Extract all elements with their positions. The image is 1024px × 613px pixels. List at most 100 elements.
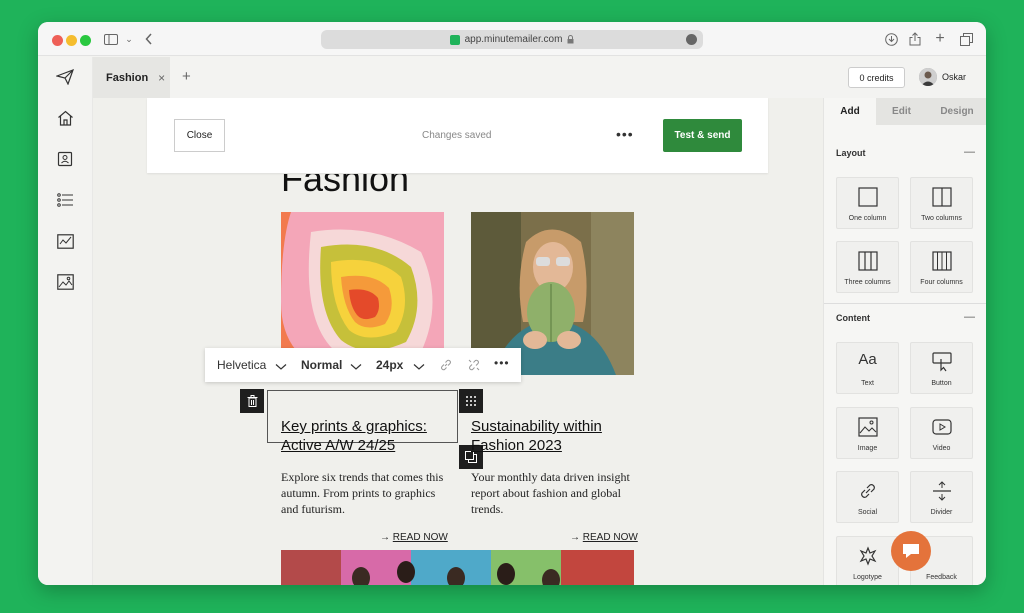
lock-icon bbox=[567, 35, 574, 44]
text-tile[interactable]: Aa Text bbox=[836, 342, 899, 394]
divider-tile[interactable]: Divider bbox=[910, 471, 973, 523]
more-options-icon[interactable]: ••• bbox=[616, 126, 634, 142]
section-divider bbox=[824, 303, 986, 304]
read-now-link[interactable]: → READ NOW bbox=[570, 532, 638, 543]
font-size-select[interactable]: 24px bbox=[376, 358, 403, 372]
tile-label: Image bbox=[857, 445, 878, 452]
media-library-icon[interactable] bbox=[55, 272, 75, 292]
credits-button[interactable]: 0 credits bbox=[848, 67, 905, 88]
read-now-text: READ NOW bbox=[582, 532, 638, 543]
chat-bubble-icon bbox=[903, 544, 919, 558]
chevron-down-icon[interactable] bbox=[413, 360, 425, 374]
browser-window: ⌄ app.minutemailer.com + Fashion × + 0 c… bbox=[38, 22, 986, 585]
button-tile[interactable]: Button bbox=[910, 342, 973, 394]
link-icon[interactable] bbox=[439, 358, 453, 375]
address-bar[interactable]: app.minutemailer.com bbox=[321, 30, 703, 49]
user-name[interactable]: Oskar bbox=[942, 72, 966, 82]
trash-icon[interactable] bbox=[240, 389, 264, 413]
tile-label: Text bbox=[861, 380, 874, 387]
one-column-icon bbox=[837, 187, 898, 207]
editor-topbar: Close Changes saved ••• Test & send bbox=[147, 98, 768, 173]
button-icon bbox=[911, 352, 972, 372]
tile-label: Divider bbox=[930, 509, 953, 516]
image-tile[interactable]: Image bbox=[836, 407, 899, 459]
contacts-icon[interactable] bbox=[55, 149, 75, 169]
tab-edit[interactable]: Edit bbox=[876, 98, 927, 125]
tile-label: Logotype bbox=[853, 574, 882, 581]
video-tile[interactable]: Video bbox=[910, 407, 973, 459]
social-tile[interactable]: Social bbox=[836, 471, 899, 523]
image-icon bbox=[837, 417, 898, 437]
more-options-icon[interactable]: ••• bbox=[494, 356, 510, 370]
zoom-window-button[interactable] bbox=[80, 35, 91, 46]
close-button[interactable]: Close bbox=[174, 119, 225, 152]
two-columns-tile[interactable]: Two columns bbox=[910, 177, 973, 229]
tile-label: One column bbox=[848, 215, 887, 222]
chevron-down-icon[interactable]: ⌄ bbox=[121, 31, 137, 47]
new-tab-icon[interactable]: + bbox=[932, 30, 948, 47]
close-tab-icon[interactable]: × bbox=[158, 71, 165, 85]
tile-label: Social bbox=[857, 509, 878, 516]
one-column-tile[interactable]: One column bbox=[836, 177, 899, 229]
tab-fashion[interactable]: Fashion × bbox=[93, 57, 170, 98]
group-photo-image[interactable] bbox=[281, 550, 634, 585]
chevron-down-icon[interactable] bbox=[350, 360, 362, 374]
site-favicon-icon bbox=[449, 34, 460, 45]
three-columns-icon bbox=[837, 251, 898, 271]
tab-add[interactable]: Add bbox=[824, 98, 876, 125]
minimize-window-button[interactable] bbox=[66, 35, 77, 46]
home-icon[interactable] bbox=[55, 108, 75, 128]
card-description[interactable]: Your monthly data driven insight report … bbox=[471, 469, 631, 517]
logotype-icon bbox=[837, 546, 898, 566]
read-now-link[interactable]: → READ NOW bbox=[380, 532, 448, 543]
analytics-icon[interactable] bbox=[55, 231, 75, 251]
tab-design[interactable]: Design bbox=[927, 98, 986, 125]
card-title[interactable]: Key prints & graphics: Active A/W 24/25 bbox=[281, 417, 451, 455]
video-icon bbox=[911, 417, 972, 437]
avatar[interactable] bbox=[919, 68, 937, 86]
tile-label: Feedback bbox=[926, 574, 957, 581]
tabs-overview-icon[interactable] bbox=[958, 31, 974, 47]
card-description[interactable]: Explore six trends that comes this autum… bbox=[281, 469, 449, 517]
arrow-icon: → bbox=[380, 532, 390, 543]
chevron-down-icon[interactable] bbox=[275, 360, 287, 374]
tile-label: Two columns bbox=[921, 215, 962, 222]
text-icon: Aa bbox=[858, 351, 877, 368]
font-family-select[interactable]: Helvetica bbox=[217, 358, 266, 372]
three-columns-tile[interactable]: Three columns bbox=[836, 241, 899, 293]
four-columns-icon bbox=[911, 251, 972, 271]
send-icon[interactable] bbox=[55, 67, 75, 87]
test-and-send-button[interactable]: Test & send bbox=[663, 119, 742, 152]
four-columns-tile[interactable]: Four columns bbox=[910, 241, 973, 293]
sidebar-toggle-icon[interactable] bbox=[103, 31, 119, 47]
collapse-content-icon[interactable]: — bbox=[964, 311, 975, 323]
tile-label: Button bbox=[931, 380, 952, 387]
reader-icon[interactable] bbox=[686, 34, 697, 45]
add-tab-button[interactable]: + bbox=[182, 68, 191, 85]
tile-label: Four columns bbox=[920, 279, 963, 286]
share-icon[interactable] bbox=[907, 31, 923, 47]
download-icon[interactable] bbox=[883, 31, 899, 47]
unlink-icon[interactable] bbox=[467, 358, 481, 375]
arrow-icon: → bbox=[570, 532, 580, 543]
drag-handle-icon[interactable] bbox=[459, 389, 483, 413]
text-style-select[interactable]: Normal bbox=[301, 358, 342, 372]
lists-icon[interactable] bbox=[55, 190, 75, 210]
card-title[interactable]: Sustainability within Fashion 2023 bbox=[471, 417, 634, 455]
close-window-button[interactable] bbox=[52, 35, 63, 46]
content-section-title: Content bbox=[836, 313, 870, 323]
collapse-layout-icon[interactable]: — bbox=[964, 146, 975, 158]
logotype-tile[interactable]: Logotype bbox=[836, 536, 899, 585]
tile-label: Video bbox=[932, 445, 951, 452]
chat-support-button[interactable] bbox=[891, 531, 931, 571]
tile-label: Three columns bbox=[844, 279, 891, 286]
layout-section-title: Layout bbox=[836, 148, 866, 158]
back-icon[interactable] bbox=[141, 31, 157, 47]
text-format-toolbar: Helvetica Normal 24px ••• bbox=[205, 348, 521, 382]
url-text: app.minutemailer.com bbox=[464, 34, 563, 45]
save-status: Changes saved bbox=[422, 130, 492, 141]
app-sidebar bbox=[38, 57, 93, 585]
two-columns-icon bbox=[911, 187, 972, 207]
divider-icon bbox=[911, 481, 972, 501]
tab-bar: Fashion × + 0 credits Oskar bbox=[93, 57, 986, 98]
